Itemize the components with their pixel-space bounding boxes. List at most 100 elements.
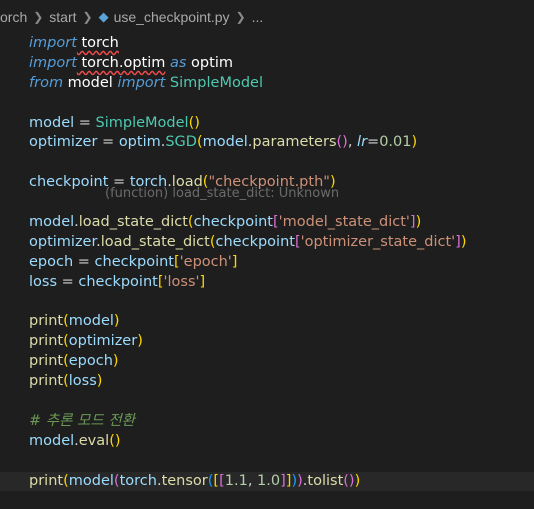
code-token: () bbox=[188, 114, 200, 131]
code-token: = bbox=[97, 134, 119, 151]
code-token: epoch bbox=[29, 253, 74, 270]
code-token: epoch bbox=[68, 353, 113, 370]
code-token: load bbox=[171, 174, 203, 191]
code-token: optimizer bbox=[29, 134, 98, 151]
code-token: checkpoint bbox=[215, 233, 295, 250]
code-token: optimizer bbox=[29, 233, 97, 250]
code-token: model bbox=[29, 214, 75, 231]
code-token: () bbox=[336, 134, 348, 151]
code-token: torch bbox=[76, 35, 119, 51]
code-line[interactable] bbox=[29, 153, 534, 173]
breadcrumb-item-symbols[interactable]: ... bbox=[252, 9, 264, 25]
code-token: optimizer bbox=[68, 333, 138, 350]
code-line[interactable]: print(loss) bbox=[29, 372, 534, 392]
code-token: = bbox=[74, 114, 96, 131]
code-line[interactable]: epoch = checkpoint['epoch'] bbox=[29, 253, 534, 273]
code-token: loss bbox=[29, 273, 58, 290]
code-line[interactable]: # 추론 모드 전환 bbox=[29, 412, 534, 432]
code-token: checkpoint bbox=[94, 253, 174, 270]
code-line[interactable]: optimizer.load_state_dict(checkpoint['op… bbox=[29, 233, 534, 253]
code-editor[interactable]: import torch import torch.optim as optim… bbox=[0, 34, 534, 492]
code-token: as bbox=[170, 54, 187, 71]
code-line-current[interactable]: print(model(torch.tensor([[1.1, 1.0]])).… bbox=[0, 471, 534, 492]
code-token: 'loss' bbox=[163, 273, 200, 290]
code-token: = bbox=[108, 174, 130, 191]
code-line[interactable]: loss = checkpoint['loss'] bbox=[29, 273, 534, 293]
line-number-gutter: 3 bbox=[0, 34, 22, 509]
code-token: ] bbox=[231, 253, 238, 270]
breadcrumb-item-folder-1[interactable]: orch bbox=[0, 9, 27, 25]
code-token: "checkpoint.pth" bbox=[208, 174, 330, 191]
python-icon: ◆ bbox=[98, 9, 109, 24]
code-line[interactable]: optimizer = optim.SGD(model.parameters()… bbox=[29, 133, 534, 153]
code-token: ) bbox=[354, 472, 361, 489]
chevron-right-icon: ❯ bbox=[235, 10, 246, 24]
code-line[interactable]: print(model) bbox=[29, 312, 534, 332]
code-token: ) bbox=[96, 373, 103, 390]
code-line[interactable] bbox=[29, 392, 534, 412]
code-token: print bbox=[29, 313, 64, 330]
code-token: torch bbox=[129, 174, 168, 191]
code-line[interactable]: model = SimpleModel() bbox=[29, 114, 534, 134]
code-token: , bbox=[347, 134, 358, 151]
code-token: , bbox=[247, 472, 258, 489]
breadcrumb-item-file[interactable]: use_checkpoint.py bbox=[114, 9, 230, 25]
code-line[interactable]: import torch bbox=[29, 34, 534, 54]
code-token: 'optimizer_state_dict' bbox=[300, 233, 456, 250]
code-token: import bbox=[117, 74, 166, 91]
code-line[interactable]: print(epoch) bbox=[29, 352, 534, 372]
code-token: import bbox=[29, 35, 77, 51]
code-line[interactable]: checkpoint = torch.load("checkpoint.pth"… bbox=[29, 173, 534, 193]
chevron-right-icon: ❯ bbox=[33, 10, 44, 24]
code-token: load_state_dict bbox=[78, 214, 188, 231]
code-token: tolist bbox=[307, 472, 344, 489]
code-token: model bbox=[68, 313, 114, 330]
code-token: model bbox=[29, 114, 75, 131]
code-token: optim bbox=[186, 54, 233, 71]
code-token: ) bbox=[411, 134, 418, 151]
code-token: torch bbox=[119, 472, 157, 489]
code-token: eval bbox=[78, 432, 110, 449]
code-comment: # 추론 모드 전환 bbox=[29, 412, 136, 429]
code-token: print bbox=[29, 353, 64, 370]
code-token: SimpleModel bbox=[95, 114, 189, 131]
code-line[interactable]: import torch.optim as optim bbox=[29, 54, 534, 74]
code-token: = bbox=[57, 273, 79, 290]
code-line[interactable] bbox=[29, 293, 534, 313]
code-token: import bbox=[29, 54, 77, 71]
code-token: print bbox=[29, 333, 64, 350]
code-token: checkpoint bbox=[193, 214, 273, 231]
code-line[interactable]: model.eval() bbox=[29, 432, 534, 452]
code-token: ] bbox=[199, 273, 206, 290]
code-token: checkpoint bbox=[29, 174, 109, 191]
code-line[interactable] bbox=[29, 193, 534, 213]
code-token: ) bbox=[460, 233, 467, 250]
code-token: ) bbox=[329, 174, 336, 191]
code-token: ) bbox=[113, 313, 120, 330]
code-token: ) bbox=[415, 214, 422, 231]
breadcrumb: orch ❯ start ❯ ◆ use_checkpoint.py ❯ ... bbox=[0, 0, 534, 34]
code-token: = bbox=[367, 134, 380, 151]
code-token: parameters bbox=[252, 134, 337, 151]
code-token: print bbox=[29, 472, 64, 489]
code-token: 0.01 bbox=[379, 134, 412, 151]
code-token: model bbox=[202, 134, 248, 151]
code-line[interactable]: print(optimizer) bbox=[29, 332, 534, 352]
code-token: torch.optim bbox=[76, 54, 166, 71]
code-line[interactable]: model.load_state_dict(checkpoint['model_… bbox=[29, 213, 534, 233]
code-token: () bbox=[109, 432, 121, 449]
code-line[interactable] bbox=[29, 94, 534, 114]
chevron-right-icon: ❯ bbox=[82, 10, 93, 24]
code-line[interactable] bbox=[29, 452, 534, 472]
code-token: loss bbox=[68, 373, 97, 390]
code-line[interactable]: from model import SimpleModel bbox=[29, 74, 534, 94]
code-token: 1.0 bbox=[257, 472, 281, 489]
code-token: model bbox=[63, 74, 118, 91]
code-token: = bbox=[73, 253, 95, 270]
code-token: () bbox=[343, 472, 355, 489]
code-token: model bbox=[68, 472, 114, 489]
code-token: checkpoint bbox=[78, 273, 158, 290]
breadcrumb-item-folder-2[interactable]: start bbox=[49, 9, 76, 25]
code-token: 'epoch' bbox=[179, 253, 232, 270]
code-token: from bbox=[29, 74, 64, 91]
